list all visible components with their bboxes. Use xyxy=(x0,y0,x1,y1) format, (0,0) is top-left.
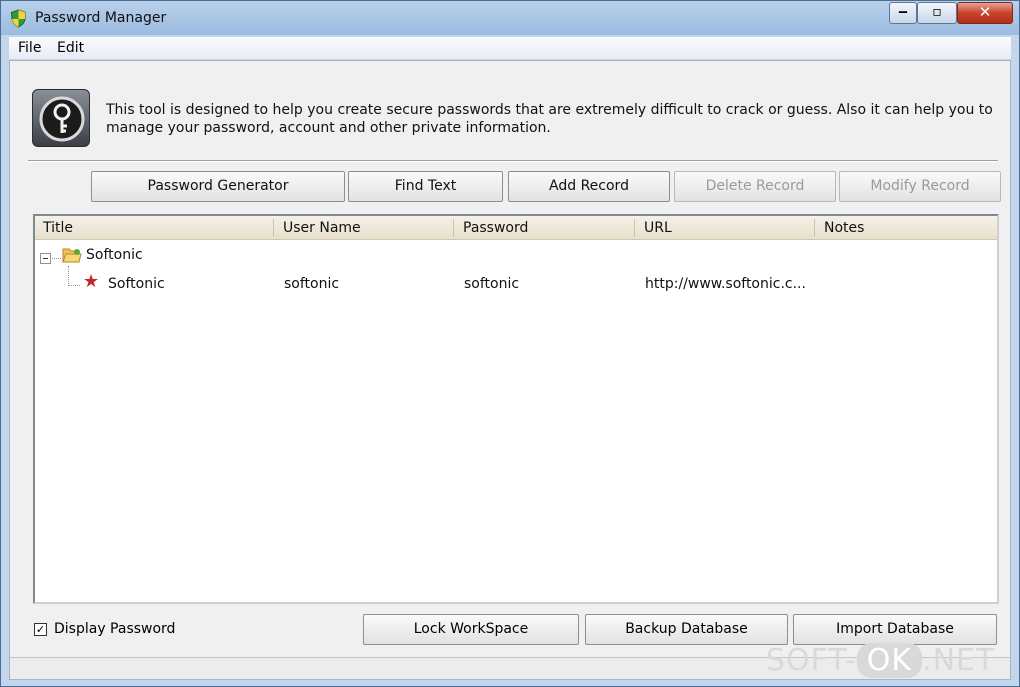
list-header: Title User Name Password URL Notes xyxy=(35,216,997,240)
star-icon: ★ xyxy=(83,271,100,292)
app-window: Password Manager ‒ ▫ ✕ File Edit This to… xyxy=(0,0,1020,687)
close-button[interactable]: ✕ xyxy=(957,2,1013,24)
password-generator-button[interactable]: Password Generator xyxy=(91,171,345,202)
find-text-button[interactable]: Find Text xyxy=(348,171,503,202)
records-list[interactable]: Title User Name Password URL Notes Softo… xyxy=(33,214,999,604)
import-database-button[interactable]: Import Database xyxy=(793,614,997,645)
folder-icon xyxy=(62,248,82,263)
display-password-label[interactable]: Display Password xyxy=(54,621,175,637)
main-panel: This tool is designed to help you create… xyxy=(9,60,1011,680)
watermark-left: SOFT- xyxy=(766,643,857,678)
watermark: SOFT- OK .NET xyxy=(766,643,995,678)
column-url[interactable]: URL xyxy=(644,220,672,236)
modify-record-button[interactable]: Modify Record xyxy=(839,171,1001,202)
shield-icon xyxy=(10,9,27,28)
minimize-icon: ‒ xyxy=(898,4,908,20)
divider xyxy=(28,160,998,162)
column-password[interactable]: Password xyxy=(463,220,528,236)
title-bar[interactable]: Password Manager ‒ ▫ ✕ xyxy=(1,1,1019,35)
group-label[interactable]: Softonic xyxy=(86,247,143,263)
record-url[interactable]: http://www.softonic.c... xyxy=(645,276,806,292)
key-logo-graphic xyxy=(39,96,85,142)
column-divider[interactable] xyxy=(453,219,454,237)
watermark-right: .NET xyxy=(922,643,996,678)
display-password-checkbox[interactable]: ✓ xyxy=(34,623,47,636)
key-logo-icon xyxy=(32,89,90,147)
record-title[interactable]: Softonic xyxy=(108,276,165,292)
column-divider[interactable] xyxy=(814,219,815,237)
tree-connector xyxy=(68,285,80,286)
delete-record-button[interactable]: Delete Record xyxy=(674,171,836,202)
add-record-button[interactable]: Add Record xyxy=(508,171,670,202)
intro-text: This tool is designed to help you create… xyxy=(106,102,993,136)
column-divider[interactable] xyxy=(634,219,635,237)
column-notes[interactable]: Notes xyxy=(824,220,864,236)
menu-edit[interactable]: Edit xyxy=(57,40,84,56)
column-divider[interactable] xyxy=(273,219,274,237)
lock-workspace-button[interactable]: Lock WorkSpace xyxy=(363,614,579,645)
watermark-ok: OK xyxy=(856,643,923,678)
close-icon: ✕ xyxy=(978,3,992,21)
window-title: Password Manager xyxy=(35,10,167,26)
column-username[interactable]: User Name xyxy=(283,220,361,236)
maximize-button[interactable]: ▫ xyxy=(917,2,957,24)
menu-bar: File Edit xyxy=(9,37,1011,60)
collapse-toggle-icon[interactable] xyxy=(40,253,51,264)
column-title[interactable]: Title xyxy=(43,220,73,236)
record-password[interactable]: softonic xyxy=(464,276,519,292)
record-username[interactable]: softonic xyxy=(284,276,339,292)
menu-file[interactable]: File xyxy=(18,40,41,56)
minimize-button[interactable]: ‒ xyxy=(889,2,917,24)
maximize-icon: ▫ xyxy=(932,4,942,20)
backup-database-button[interactable]: Backup Database xyxy=(585,614,788,645)
tree-connector xyxy=(68,266,69,286)
tree-connector xyxy=(52,258,61,259)
